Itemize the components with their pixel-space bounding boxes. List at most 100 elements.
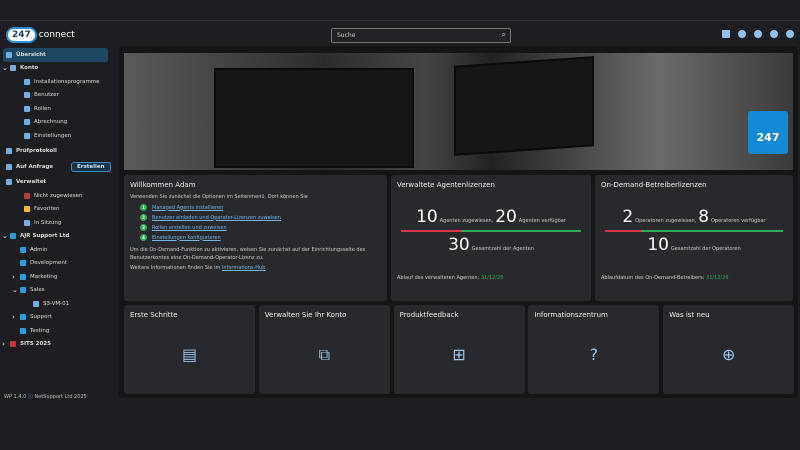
chevron-right-icon[interactable]: › (2, 340, 5, 348)
chevron-down-icon[interactable]: ⌄ (2, 64, 8, 72)
usage-bar (401, 230, 581, 232)
sidebar-item-label: Testing (30, 327, 50, 334)
sidebar-item-favoriten[interactable]: Favoriten (0, 203, 115, 217)
help-icon[interactable] (770, 30, 778, 38)
users-icon (24, 92, 30, 99)
sidebar-item-label: Übersicht (16, 51, 46, 58)
chevron-right-icon[interactable]: › (12, 313, 15, 321)
folder-icon (20, 327, 26, 334)
sidebar-item-abrechnung[interactable]: Abrechnung (0, 116, 115, 130)
brand-tile: 247 (748, 111, 788, 154)
welcome-card: Willkommen Adam Verwenden Sie zunächst d… (124, 175, 387, 301)
sidebar-item-development[interactable]: Development (0, 257, 115, 271)
step-item: 4 Einstellungen konfigurieren (140, 234, 381, 241)
sidebar-item-sits-2025[interactable]: › SITS 2025 (0, 338, 115, 352)
folder-icon (20, 287, 26, 294)
sidebar-item-nicht-zugewiesen[interactable]: Nicht zugewiesen (0, 189, 115, 203)
settings-icon[interactable] (786, 30, 794, 38)
sidebar-item-installationsprogramme[interactable]: Installationsprogramme (0, 75, 115, 89)
agent-license-card: Verwaltete Agentenlizenzen 10 Agenten zu… (391, 175, 591, 301)
sidebar-item-support[interactable]: › Support (0, 311, 115, 325)
sidebar-item-ajr-support-ltd[interactable]: ⌄ AJR Support Ltd (0, 230, 115, 244)
sidebar-item-label: Sales (30, 287, 45, 294)
theme-icon[interactable] (754, 30, 762, 38)
folder-icon (20, 246, 26, 253)
chat-icon[interactable] (722, 30, 730, 38)
sidebar-item-prüfprotokoll[interactable]: Prüfprotokoll (0, 145, 115, 159)
sidebar-item-label: Admin (30, 246, 48, 253)
sidebar: Übersicht ⌄ Konto Installationsprogramme Ben… (0, 48, 115, 351)
sidebar-item-label: SITS 2025 (20, 341, 51, 348)
sidebar-item-konto[interactable]: ⌄ Konto (0, 62, 115, 76)
search-icon[interactable]: ⌕ (502, 30, 506, 40)
step-number: 4 (140, 234, 147, 241)
step-number: 3 (140, 224, 147, 231)
installer-icon (24, 78, 30, 85)
step-item: 3 Rollen erstellen und zuweisen (140, 224, 381, 231)
sidebar-item-label: Konto (20, 65, 39, 72)
sidebar-item-label: Favoriten (34, 206, 60, 213)
banner-image: 247 (124, 53, 793, 170)
sidebar-item-rollen[interactable]: Rollen (0, 102, 115, 116)
folder-red-icon (10, 341, 16, 348)
sidebar-item-label: Installationsprogramme (34, 78, 100, 85)
tile-help[interactable]: Informationszentrum? (528, 305, 660, 394)
document-icon: ▤ (181, 345, 198, 364)
step-number: 2 (140, 214, 147, 221)
sidebar-item-label: Auf Anfrage (16, 163, 54, 170)
sidebar-item-label: Prüfprotokoll (16, 148, 57, 155)
computer-icon (33, 300, 39, 307)
sidebar-item-testing[interactable]: Testing (0, 324, 115, 338)
folder-icon (20, 314, 26, 321)
logo[interactable]: 247 connect (6, 27, 75, 43)
sidebar-item-label: AJR Support Ltd (20, 233, 70, 240)
info-hub-link[interactable]: Informations-Hub (222, 265, 265, 271)
star-icon (24, 206, 30, 213)
sidebar-item-s3-vm-01[interactable]: S3-VM-01 (0, 297, 115, 311)
tile-feedback[interactable]: Produktfeedback ⊞ (393, 305, 525, 394)
gear-icon (24, 132, 30, 139)
sidebar-item-label: Nicht zugewiesen (34, 192, 83, 199)
footer: WP 1.4.0 ⓘ NetSupport Ltd 2025 (4, 394, 87, 400)
account-icon[interactable] (738, 30, 746, 38)
chevron-down-icon[interactable]: ⌄ (12, 286, 18, 294)
session-icon (24, 219, 30, 226)
main-content: 247 Willkommen Adam Verwenden Sie zunäch… (119, 46, 798, 398)
sidebar-item-label: Development (30, 260, 68, 267)
audit-icon (6, 148, 12, 155)
tile-document[interactable]: Erste Schritte ▤ (124, 305, 255, 394)
sidebar-item-auf-anfrage[interactable]: Auf Anfrage Erstellen (0, 160, 115, 174)
sidebar-item-label: In Sitzung (34, 219, 62, 226)
create-button[interactable]: Erstellen (71, 162, 111, 172)
step-item: 1 Managed Agents installieren (140, 204, 381, 211)
sidebar-item-label: Support (30, 314, 52, 321)
sidebar-item-sales[interactable]: ⌄ Sales (0, 284, 115, 298)
sidebar-item-einstellungen[interactable]: Einstellungen (0, 129, 115, 143)
help-icon: ? (589, 345, 599, 364)
step-link[interactable]: Einstellungen konfigurieren (152, 235, 221, 241)
sidebar-item-label: S3-VM-01 (43, 300, 70, 307)
sidebar-item-verwaltet[interactable]: Verwaltet (0, 176, 115, 190)
tile-org-chart[interactable]: Verwalten Sie Ihr Konto ⧉ (258, 305, 390, 394)
transfer-icon (6, 163, 12, 170)
search-input[interactable]: Suche ⌕ (331, 28, 511, 43)
info-icon: ⓘ (27, 394, 33, 400)
sidebar-item-label: Benutzer (34, 92, 59, 99)
step-link[interactable]: Rollen erstellen und zuweisen (152, 225, 227, 231)
sidebar-item-marketing[interactable]: › Marketing (0, 270, 115, 284)
tile-globe[interactable]: Was ist neu ⊕ (663, 305, 795, 394)
step-link[interactable]: Managed Agents installieren (152, 205, 223, 211)
sidebar-item-label: Marketing (30, 273, 58, 280)
step-link[interactable]: Benutzer einladen und Operator-Lizenzen … (152, 215, 281, 221)
folder-icon (10, 233, 16, 240)
sidebar-item-label: Verwaltet (16, 179, 47, 186)
sidebar-item-label: Einstellungen (34, 132, 72, 139)
sidebar-item-admin[interactable]: Admin (0, 243, 115, 257)
sidebar-item-in-sitzung[interactable]: In Sitzung (0, 216, 115, 230)
org-icon (10, 65, 16, 72)
sidebar-item-label: Abrechnung (34, 119, 68, 126)
sidebar-item-übersicht[interactable]: Übersicht (3, 48, 108, 62)
sidebar-item-benutzer[interactable]: Benutzer (0, 89, 115, 103)
chevron-down-icon[interactable]: ⌄ (2, 232, 8, 240)
chevron-right-icon[interactable]: › (12, 273, 15, 281)
